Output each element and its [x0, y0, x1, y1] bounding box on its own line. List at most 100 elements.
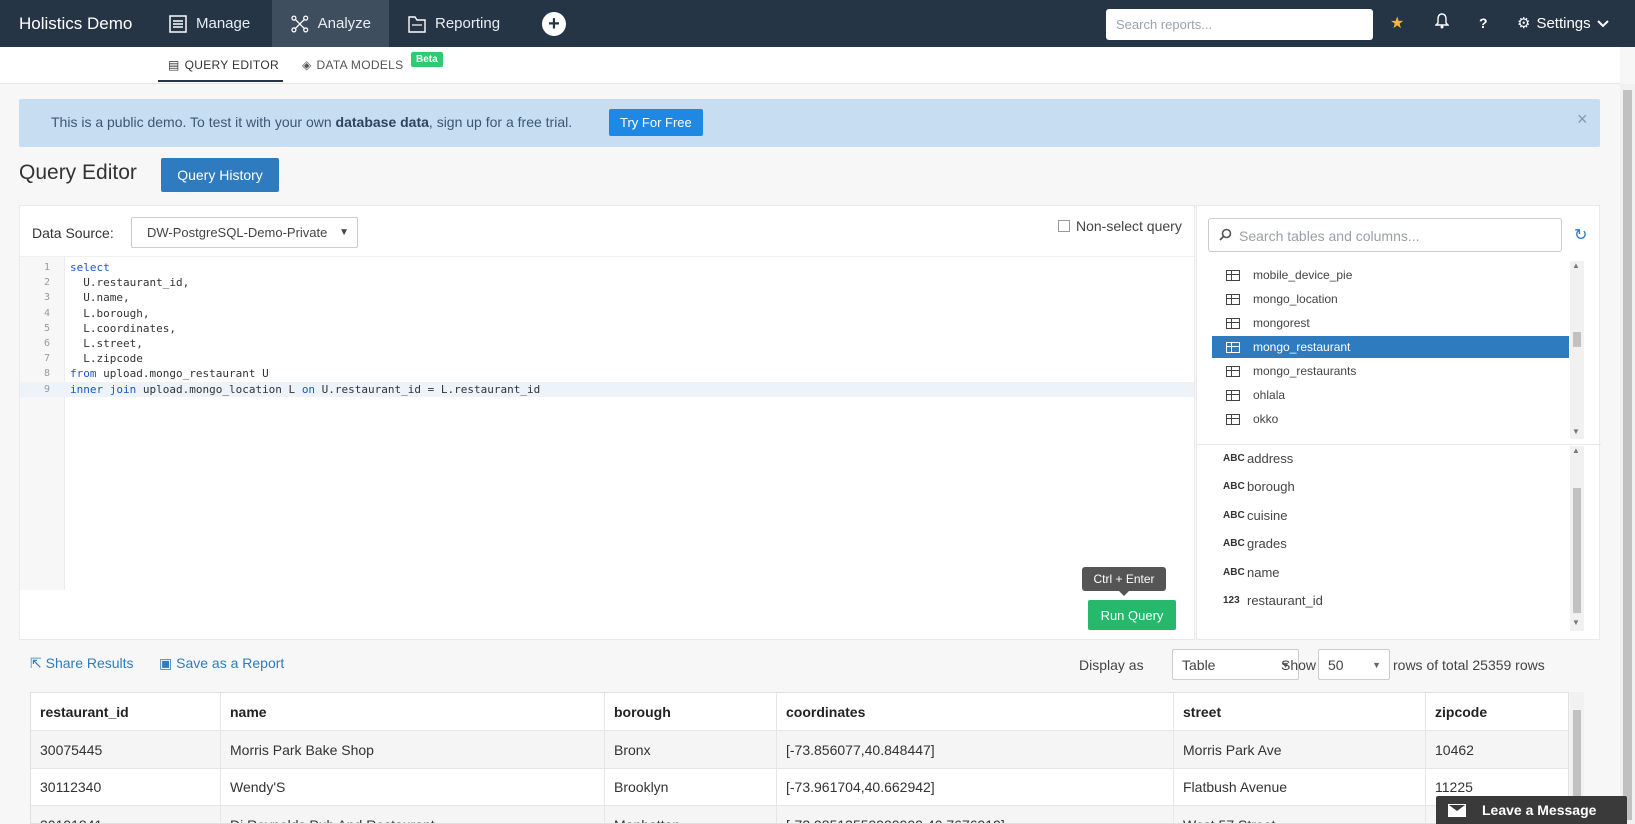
scroll-down-arrow-icon[interactable]: ▼ [1572, 618, 1580, 627]
table-name: mongo_location [1253, 292, 1338, 306]
tab-query-editor[interactable]: ▤ QUERY EDITOR [168, 58, 279, 72]
table-list-item[interactable]: mobile_device_pie [1212, 264, 1569, 286]
code-line[interactable]: 6 L.street, [20, 336, 1194, 351]
scroll-down-arrow-icon[interactable]: ▼ [1572, 427, 1580, 436]
code-line[interactable]: 4 L.borough, [20, 306, 1194, 321]
line-number: 2 [43, 277, 50, 289]
non-select-query-toggle[interactable]: Non-select query [1058, 218, 1182, 234]
table-icon [1226, 269, 1240, 281]
code-line[interactable]: 7 L.zipcode [20, 351, 1194, 366]
column-list-item[interactable]: ABC cuisine [1223, 505, 1287, 525]
save-as-report-label: Save as a Report [176, 655, 285, 671]
table-name: ohlala [1253, 388, 1286, 402]
line-number: 4 [43, 307, 50, 319]
rows-total-text: rows of total 25359 rows [1393, 657, 1545, 673]
gear-icon: ⚙ [1517, 15, 1531, 32]
tab-data-models[interactable]: ◈ DATA MODELS [302, 58, 403, 72]
add-new-plus-icon[interactable]: + [542, 12, 566, 36]
schema-search-box[interactable] [1208, 218, 1562, 252]
column-list-item[interactable]: ABC grades [1223, 534, 1287, 554]
column-name: cuisine [1247, 507, 1288, 523]
line-number: 8 [43, 368, 50, 380]
settings-menu[interactable]: ⚙ Settings [1517, 14, 1609, 32]
table-list-item[interactable]: mongorest [1212, 312, 1569, 334]
line-number: 5 [43, 322, 50, 334]
code-text: L.zipcode [70, 351, 143, 366]
help-icon[interactable]: ? [1479, 15, 1488, 31]
caret-down-icon: ▼ [339, 227, 349, 238]
column-header[interactable]: borough [605, 693, 777, 731]
leave-message-chat-button[interactable]: Leave a Message [1436, 796, 1627, 824]
code-text: L.coordinates, [70, 321, 176, 336]
column-list-item[interactable]: ABC name [1223, 562, 1280, 582]
scroll-up-arrow-icon[interactable]: ▲ [1572, 446, 1580, 455]
data-source-select[interactable]: DW-PostgreSQL-Demo-Private ▼ [131, 217, 358, 248]
nav-analyze[interactable]: Analyze [272, 0, 389, 47]
column-name: name [1247, 564, 1280, 580]
table-list-item[interactable]: okko [1212, 408, 1569, 430]
brand-name[interactable]: Holistics Demo [19, 14, 132, 34]
query-history-button[interactable]: Query History [161, 158, 279, 192]
run-query-button[interactable]: Run Query [1088, 600, 1176, 630]
table-name: mongo_restaurants [1253, 364, 1357, 378]
table-list-item[interactable]: mongo_restaurants [1212, 360, 1569, 382]
rows-per-page-select[interactable]: 50 ▼ [1318, 649, 1390, 680]
code-line[interactable]: 9 inner join upload.mongo_location L on U… [20, 381, 1194, 397]
settings-label: Settings [1536, 14, 1591, 32]
schema-browser-panel: ↻ mobile_device_pie mongo_locationmongore… [1196, 205, 1601, 640]
column-header[interactable]: coordinates [777, 693, 1174, 731]
display-as-label: Display as [1079, 657, 1144, 673]
table-cell: Brooklyn [605, 768, 777, 806]
column-list-item[interactable]: ABC address [1223, 448, 1293, 468]
document-icon: ▤ [168, 58, 180, 72]
column-header[interactable]: street [1174, 693, 1426, 731]
show-label: Show [1281, 657, 1317, 673]
save-as-report-link[interactable]: ▣ Save as a Report [159, 655, 284, 672]
code-line[interactable]: 3 U.name, [20, 290, 1194, 305]
column-list-scrollbar[interactable]: ▲ ▼ [1570, 446, 1584, 631]
floppy-disk-icon: ▣ [159, 655, 173, 671]
try-for-free-button[interactable]: Try For Free [609, 109, 703, 136]
column-header[interactable]: restaurant_id [31, 693, 221, 731]
code-line[interactable]: 5 L.coordinates, [20, 321, 1194, 336]
code-line[interactable]: 8 from upload.mongo_restaurant U [20, 366, 1194, 381]
scroll-up-arrow-icon[interactable]: ▲ [1572, 261, 1580, 270]
table-list-item[interactable]: ohlala [1212, 384, 1569, 406]
table-list-item[interactable]: mongo_location [1212, 288, 1569, 310]
sql-token: L.street, [70, 337, 143, 350]
sql-code-editor[interactable]: 1 select 2 U.restaurant_id, 3 U.name, 4 L.bo… [20, 256, 1194, 590]
column-list: ABC address ABC borough ABC cuisine ABC grades A… [1197, 444, 1601, 634]
table-list-item[interactable]: mongo_restaurant [1212, 336, 1569, 358]
notifications-bell-icon[interactable] [1434, 13, 1450, 34]
refresh-icon[interactable]: ↻ [1574, 225, 1587, 245]
line-number: 7 [43, 353, 50, 365]
column-header[interactable]: zipcode [1426, 693, 1568, 731]
page-scrollbar[interactable] [1620, 84, 1635, 824]
table-icon [1226, 317, 1240, 329]
non-select-checkbox[interactable] [1058, 220, 1070, 232]
search-reports-input[interactable] [1106, 9, 1373, 40]
nav-manage[interactable]: Manage [150, 0, 268, 47]
code-text: select [70, 260, 110, 275]
sql-token: L.borough, [70, 306, 150, 320]
code-line[interactable]: 2 U.restaurant_id, [20, 275, 1194, 290]
demo-banner: This is a public demo. To test it with y… [19, 99, 1600, 147]
sql-token: upload.mongo_restaurant U [96, 367, 269, 381]
tab-data-models-label: DATA MODELS [316, 58, 404, 72]
table-list-scrollbar[interactable]: ▲ ▼ [1570, 261, 1584, 439]
column-list-item[interactable]: 123 restaurant_id [1223, 591, 1323, 611]
sql-keyword: on [301, 382, 316, 396]
column-type-badge: ABC [1223, 566, 1245, 578]
close-icon[interactable]: × [1577, 109, 1588, 130]
column-name: address [1247, 450, 1294, 466]
schema-search-input[interactable] [1239, 226, 1554, 246]
nav-reporting[interactable]: Reporting [389, 0, 518, 47]
share-results-link[interactable]: ⇱ Share Results [30, 655, 134, 672]
column-list-item[interactable]: ABC borough [1223, 477, 1295, 497]
display-as-select[interactable]: Table ▼ [1172, 649, 1299, 680]
column-header[interactable]: name [221, 693, 605, 731]
table-name: mongorest [1253, 316, 1310, 330]
favorites-star-icon[interactable]: ★ [1390, 13, 1404, 33]
code-line[interactable]: 1 select [20, 260, 1194, 275]
column-type-badge: ABC [1223, 538, 1245, 549]
